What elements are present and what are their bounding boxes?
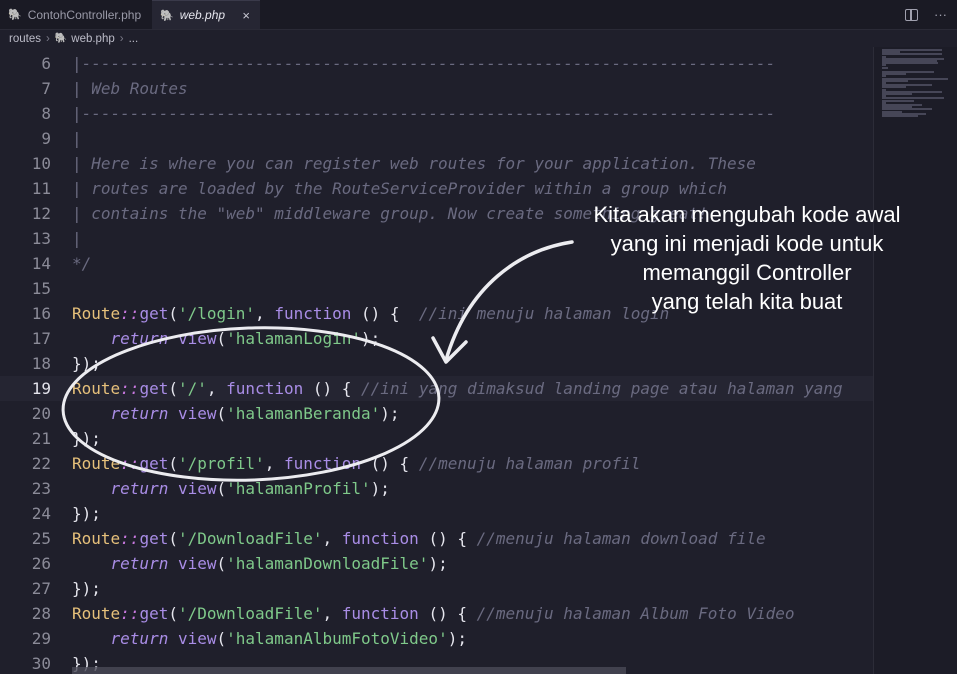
line-number: 24 bbox=[31, 504, 51, 523]
code-text: return view('halamanProfil'); bbox=[110, 479, 390, 498]
code-text: }); bbox=[72, 354, 101, 373]
horizontal-scrollbar[interactable] bbox=[72, 667, 626, 674]
code-line[interactable]: 18}); bbox=[0, 351, 873, 376]
code-text: | bbox=[72, 229, 82, 248]
line-number: 16 bbox=[31, 304, 51, 323]
chevron-right-icon: › bbox=[45, 32, 50, 45]
code-line[interactable]: 20 return view('halamanBeranda'); bbox=[0, 401, 873, 426]
annotation-line: memanggil Controller bbox=[642, 260, 852, 285]
code-text: return view('halamanLogin'); bbox=[110, 329, 381, 348]
minimap-line bbox=[882, 62, 938, 65]
code-editor[interactable]: 6 |--------------------------------------… bbox=[0, 51, 873, 674]
minimap-line bbox=[882, 115, 918, 117]
line-number: 6 bbox=[41, 54, 51, 73]
code-line[interactable]: 23 return view('halamanProfil'); bbox=[0, 476, 873, 501]
line-number: 7 bbox=[41, 79, 51, 98]
tab-label: web.php bbox=[179, 8, 226, 22]
breadcrumb-folder[interactable]: routes bbox=[9, 33, 41, 45]
line-number: 28 bbox=[31, 604, 51, 623]
minimap-line bbox=[882, 66, 888, 69]
code-line[interactable]: 22 Route::get('/profil', function () { //… bbox=[0, 451, 873, 476]
minimap[interactable] bbox=[873, 47, 957, 674]
tab-contoh-controller[interactable]: 🐘 ContohController.php bbox=[0, 0, 152, 29]
code-line[interactable]: 27}); bbox=[0, 576, 873, 601]
line-number: 20 bbox=[31, 404, 51, 423]
code-text: Route::get('/profil', function () { //me… bbox=[72, 454, 641, 473]
chevron-right-icon: › bbox=[119, 32, 124, 45]
line-number: 19 bbox=[31, 379, 51, 398]
line-number: 27 bbox=[31, 579, 51, 598]
code-line[interactable]: 10 | Here is where you can register web r… bbox=[0, 151, 873, 176]
editor-actions: ··· bbox=[905, 0, 957, 29]
code-text: | routes are loaded by the RouteServiceP… bbox=[72, 179, 728, 198]
split-editor-icon[interactable] bbox=[905, 8, 918, 21]
code-text: Route::get('/', function () { //ini yang… bbox=[72, 379, 843, 398]
code-line[interactable]: 29 return view('halamanAlbumFotoVideo'); bbox=[0, 626, 873, 651]
line-number: 10 bbox=[31, 154, 51, 173]
code-line[interactable]: 8 |--------------------------------------… bbox=[0, 101, 873, 126]
minimap-line bbox=[882, 93, 912, 95]
line-number: 17 bbox=[31, 329, 51, 348]
tab-label: ContohController.php bbox=[27, 7, 142, 22]
line-number: 12 bbox=[31, 204, 51, 223]
line-number: 14 bbox=[31, 254, 51, 273]
breadcrumb: routes › 🐘 web.php › ... bbox=[0, 30, 957, 47]
code-text: Route::get('/DownloadFile', function () … bbox=[72, 529, 766, 548]
more-actions-icon[interactable]: ··· bbox=[934, 7, 947, 22]
close-icon[interactable]: × bbox=[242, 8, 250, 23]
code-line[interactable]: 9 | bbox=[0, 126, 873, 151]
line-number: 18 bbox=[31, 354, 51, 373]
annotation-line: yang telah kita buat bbox=[651, 289, 843, 314]
line-number: 9 bbox=[41, 129, 51, 148]
code-line[interactable]: 17 return view('halamanLogin'); bbox=[0, 326, 873, 351]
line-number: 15 bbox=[31, 279, 51, 298]
code-text: |---------------------------------------… bbox=[72, 54, 776, 73]
code-text: Route::get('/DownloadFile', function () … bbox=[72, 604, 795, 623]
code-text: return view('halamanBeranda'); bbox=[110, 404, 400, 423]
line-number: 23 bbox=[31, 479, 51, 498]
code-text: return view('halamanAlbumFotoVideo'); bbox=[110, 629, 467, 648]
code-line[interactable]: 25 Route::get('/DownloadFile', function (… bbox=[0, 526, 873, 551]
code-text: |---------------------------------------… bbox=[72, 104, 776, 123]
php-file-icon: 🐘 bbox=[8, 9, 22, 21]
breadcrumb-ellipsis[interactable]: ... bbox=[129, 33, 139, 45]
code-line[interactable]: 19 Route::get('/', function () { //ini ya… bbox=[0, 376, 873, 401]
code-line[interactable]: 28 Route::get('/DownloadFile', function (… bbox=[0, 601, 873, 626]
code-line[interactable]: 21}); bbox=[0, 426, 873, 451]
code-line[interactable]: 24}); bbox=[0, 501, 873, 526]
line-number: 30 bbox=[31, 654, 51, 673]
line-number: 13 bbox=[31, 229, 51, 248]
code-text: return view('halamanDownloadFile'); bbox=[110, 554, 448, 573]
annotation-line: yang ini menjadi kode untuk bbox=[610, 231, 884, 256]
code-text: | bbox=[72, 129, 82, 148]
code-text: }); bbox=[72, 504, 101, 523]
line-number: 11 bbox=[31, 179, 51, 198]
tab-bar: 🐘 ContohController.php 🐘 web.php × ··· bbox=[0, 0, 957, 30]
code-text: | Web Routes bbox=[72, 79, 188, 98]
code-text: }); bbox=[72, 429, 101, 448]
code-line[interactable]: 26 return view('halamanDownloadFile'); bbox=[0, 551, 873, 576]
line-number: 29 bbox=[31, 629, 51, 648]
line-number: 8 bbox=[41, 104, 51, 123]
php-file-icon: 🐘 bbox=[54, 33, 68, 44]
line-number: 25 bbox=[31, 529, 51, 548]
tab-web-php[interactable]: 🐘 web.php × bbox=[152, 0, 260, 29]
code-text: | Here is where you can register web rou… bbox=[72, 154, 756, 173]
annotation-text: Kita akan mengubah kode awal yang ini me… bbox=[573, 200, 921, 316]
code-text: }); bbox=[72, 579, 101, 598]
code-text: */ bbox=[72, 254, 92, 273]
code-line[interactable]: 11 | routes are loaded by the RouteServic… bbox=[0, 176, 873, 201]
code-line[interactable]: 6 |--------------------------------------… bbox=[0, 51, 873, 76]
line-number: 21 bbox=[31, 429, 51, 448]
annotation-line: Kita akan mengubah kode awal bbox=[593, 202, 901, 227]
line-number: 26 bbox=[31, 554, 51, 573]
minimap-line bbox=[882, 53, 942, 56]
php-file-icon: 🐘 bbox=[160, 9, 174, 22]
code-line[interactable]: 7 | Web Routes bbox=[0, 76, 873, 101]
minimap-line bbox=[882, 99, 914, 102]
line-number: 22 bbox=[31, 454, 51, 473]
breadcrumb-file[interactable]: web.php bbox=[71, 33, 114, 45]
